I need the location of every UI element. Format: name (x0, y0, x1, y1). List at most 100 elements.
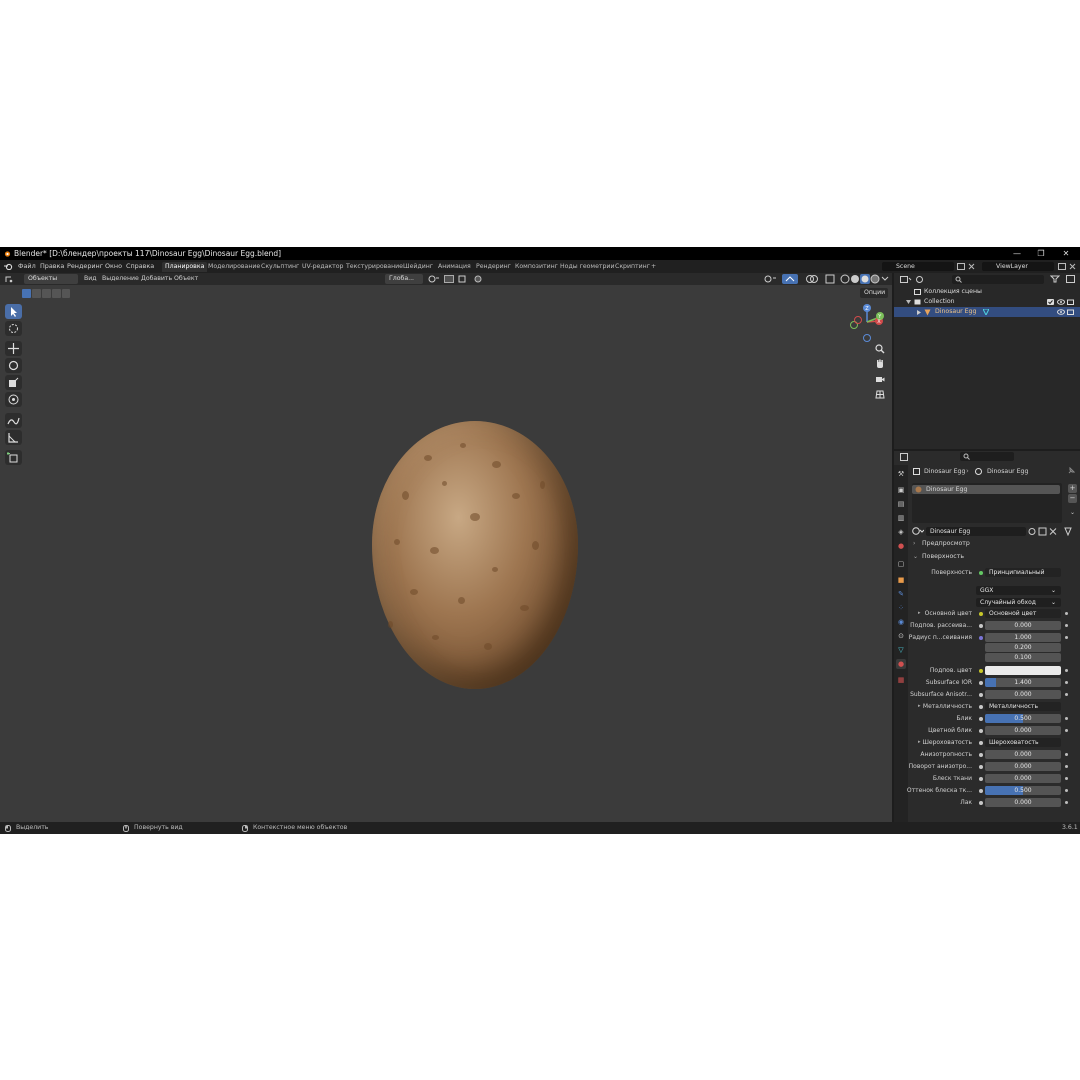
roughness-field[interactable]: Шероховатость (985, 738, 1061, 747)
distribution-dropdown[interactable]: GGX ⌄ (976, 586, 1061, 595)
cursor-tool-button[interactable] (5, 321, 22, 336)
filter-icon[interactable] (1050, 275, 1062, 283)
specular-socket-icon[interactable] (979, 717, 983, 721)
clearcoat-keyframe-icon[interactable] (1065, 801, 1068, 804)
collapse-arrow-icon[interactable] (917, 310, 921, 315)
tab-scene[interactable]: ◈ (896, 527, 906, 537)
material-specials-button[interactable]: ⌄ (1068, 508, 1077, 517)
add-workspace-button[interactable]: + (648, 262, 659, 272)
zoom-view-button[interactable] (873, 344, 887, 358)
base-color-keyframe-icon[interactable] (1065, 612, 1068, 615)
subsurface-socket-icon[interactable] (979, 624, 983, 628)
preview-panel-header[interactable]: › Предпросмотр (910, 540, 1078, 550)
tab-scripting[interactable]: Скриптинг (612, 262, 653, 272)
tab-data[interactable]: ▽ (896, 645, 906, 655)
tab-world[interactable]: ● (896, 541, 906, 551)
properties-type-icon[interactable] (900, 453, 912, 461)
specular-keyframe-icon[interactable] (1065, 717, 1068, 720)
viewlayer-selector[interactable]: ViewLayer (982, 262, 1054, 271)
tab-geometry-nodes[interactable]: Ноды геометрии (557, 262, 617, 272)
outliner-type-icon[interactable] (900, 276, 912, 283)
transform-orientation-dropdown[interactable]: Глоба... (385, 274, 423, 284)
aniso-rotation-socket-icon[interactable] (979, 765, 983, 769)
ior-keyframe-icon[interactable] (1065, 681, 1068, 684)
render-camera-icon[interactable] (1067, 299, 1075, 305)
tab-animation[interactable]: Анимация (435, 262, 474, 272)
radius-socket-icon[interactable] (979, 636, 983, 640)
pan-view-button[interactable] (873, 359, 887, 373)
transform-tool-button[interactable] (5, 392, 22, 407)
subsurface-color-keyframe-icon[interactable] (1065, 669, 1068, 672)
new-collection-icon[interactable] (1066, 275, 1076, 283)
navigation-gizmo-icon[interactable]: Z X Y (846, 301, 888, 343)
camera-view-button[interactable] (873, 374, 887, 388)
sheen-field[interactable]: 0.000 (985, 774, 1061, 783)
menu-help[interactable]: Справка (126, 260, 154, 273)
tab-layout[interactable]: Планировка (162, 262, 208, 272)
outliner-search-input[interactable] (952, 275, 1044, 284)
exclude-checkbox-icon[interactable] (1047, 299, 1054, 305)
move-tool-button[interactable] (5, 341, 22, 356)
rotate-tool-button[interactable] (5, 358, 22, 373)
anisotropic-field[interactable]: 0.000 (985, 750, 1061, 759)
tab-render[interactable]: ▣ (896, 485, 906, 495)
radius-keyframe-icon[interactable] (1065, 636, 1068, 639)
outliner-scene-collection[interactable]: Коллекция сцены (894, 287, 1080, 297)
solid-shading-icon[interactable] (850, 274, 860, 284)
aniso-field[interactable]: 0.000 (985, 690, 1061, 699)
display-mode-icon[interactable] (916, 276, 928, 283)
select-tool-button[interactable] (5, 304, 22, 319)
tab-uv-editing[interactable]: UV-редактор (299, 262, 347, 272)
metallic-field[interactable]: Металличность (985, 702, 1061, 711)
tab-object[interactable]: ■ (896, 575, 906, 585)
copy-scene-icon[interactable] (957, 263, 965, 270)
minimize-button[interactable]: — (1005, 247, 1029, 260)
tab-texture-paint[interactable]: Текстурирование (343, 262, 406, 272)
material-slot-item[interactable]: Dinosaur Egg (912, 485, 1060, 494)
pin-icon[interactable] (1067, 467, 1075, 475)
perspective-toggle-button[interactable] (873, 389, 887, 403)
menu-add[interactable]: Добавить (141, 273, 172, 285)
visibility-eye-icon[interactable] (1057, 299, 1065, 305)
material-link-icon[interactable] (1064, 527, 1078, 536)
blender-menu-icon[interactable] (4, 263, 13, 270)
menu-file[interactable]: Файл (18, 260, 36, 273)
metallic-socket-icon[interactable] (979, 705, 983, 709)
tab-sculpting[interactable]: Скульптинг (258, 262, 302, 272)
scale-tool-button[interactable] (5, 375, 22, 390)
base-color-field[interactable]: Основной цвет (985, 609, 1061, 618)
close-button[interactable]: ✕ (1054, 247, 1078, 260)
subsurface-color-swatch[interactable] (985, 666, 1061, 675)
3d-viewport[interactable]: Объекты Вид Выделение Добавить Объект Гл… (0, 273, 892, 822)
annotate-tool-button[interactable] (5, 413, 22, 428)
subsurface-method-dropdown[interactable]: Случайный обход ⌄ (976, 598, 1061, 607)
sheen-tint-socket-icon[interactable] (979, 789, 983, 793)
outliner-collection[interactable]: Collection (894, 297, 1080, 307)
clearcoat-field[interactable]: 0.000 (985, 798, 1061, 807)
object-visibility-eye-icon[interactable] (1057, 309, 1065, 315)
roughness-socket-icon[interactable] (979, 741, 983, 745)
menu-view[interactable]: Вид (84, 273, 97, 285)
material-preview-icon[interactable] (860, 274, 870, 284)
tab-modifiers[interactable]: ✎ (896, 589, 906, 599)
wireframe-shading-icon[interactable] (840, 274, 850, 284)
remove-material-slot-button[interactable]: − (1068, 494, 1077, 503)
sheen-socket-icon[interactable] (979, 777, 983, 781)
surface-socket-icon[interactable] (979, 571, 983, 575)
options-dropdown[interactable]: Опции (860, 288, 888, 298)
radius-y-field[interactable]: 0.200 (985, 643, 1061, 652)
specular-slider[interactable]: 0.500 (985, 714, 1061, 723)
add-cube-tool-button[interactable] (5, 450, 22, 465)
spec-tint-field[interactable]: 0.000 (985, 726, 1061, 735)
material-user-buttons-icon[interactable] (1028, 527, 1058, 536)
selection-mode-icon[interactable] (22, 289, 70, 298)
menu-object[interactable]: Объект (174, 273, 198, 285)
tab-modeling[interactable]: Моделирование (205, 262, 263, 272)
radius-z-field[interactable]: 0.100 (985, 653, 1061, 662)
mesh-data-icon[interactable] (983, 309, 989, 315)
gizmo-toggle-icon[interactable] (782, 274, 798, 284)
snap-icon[interactable] (444, 275, 454, 283)
xray-toggle-icon[interactable] (825, 274, 835, 284)
browse-material-icon[interactable] (912, 527, 924, 535)
copy-viewlayer-icon[interactable] (1058, 263, 1066, 270)
